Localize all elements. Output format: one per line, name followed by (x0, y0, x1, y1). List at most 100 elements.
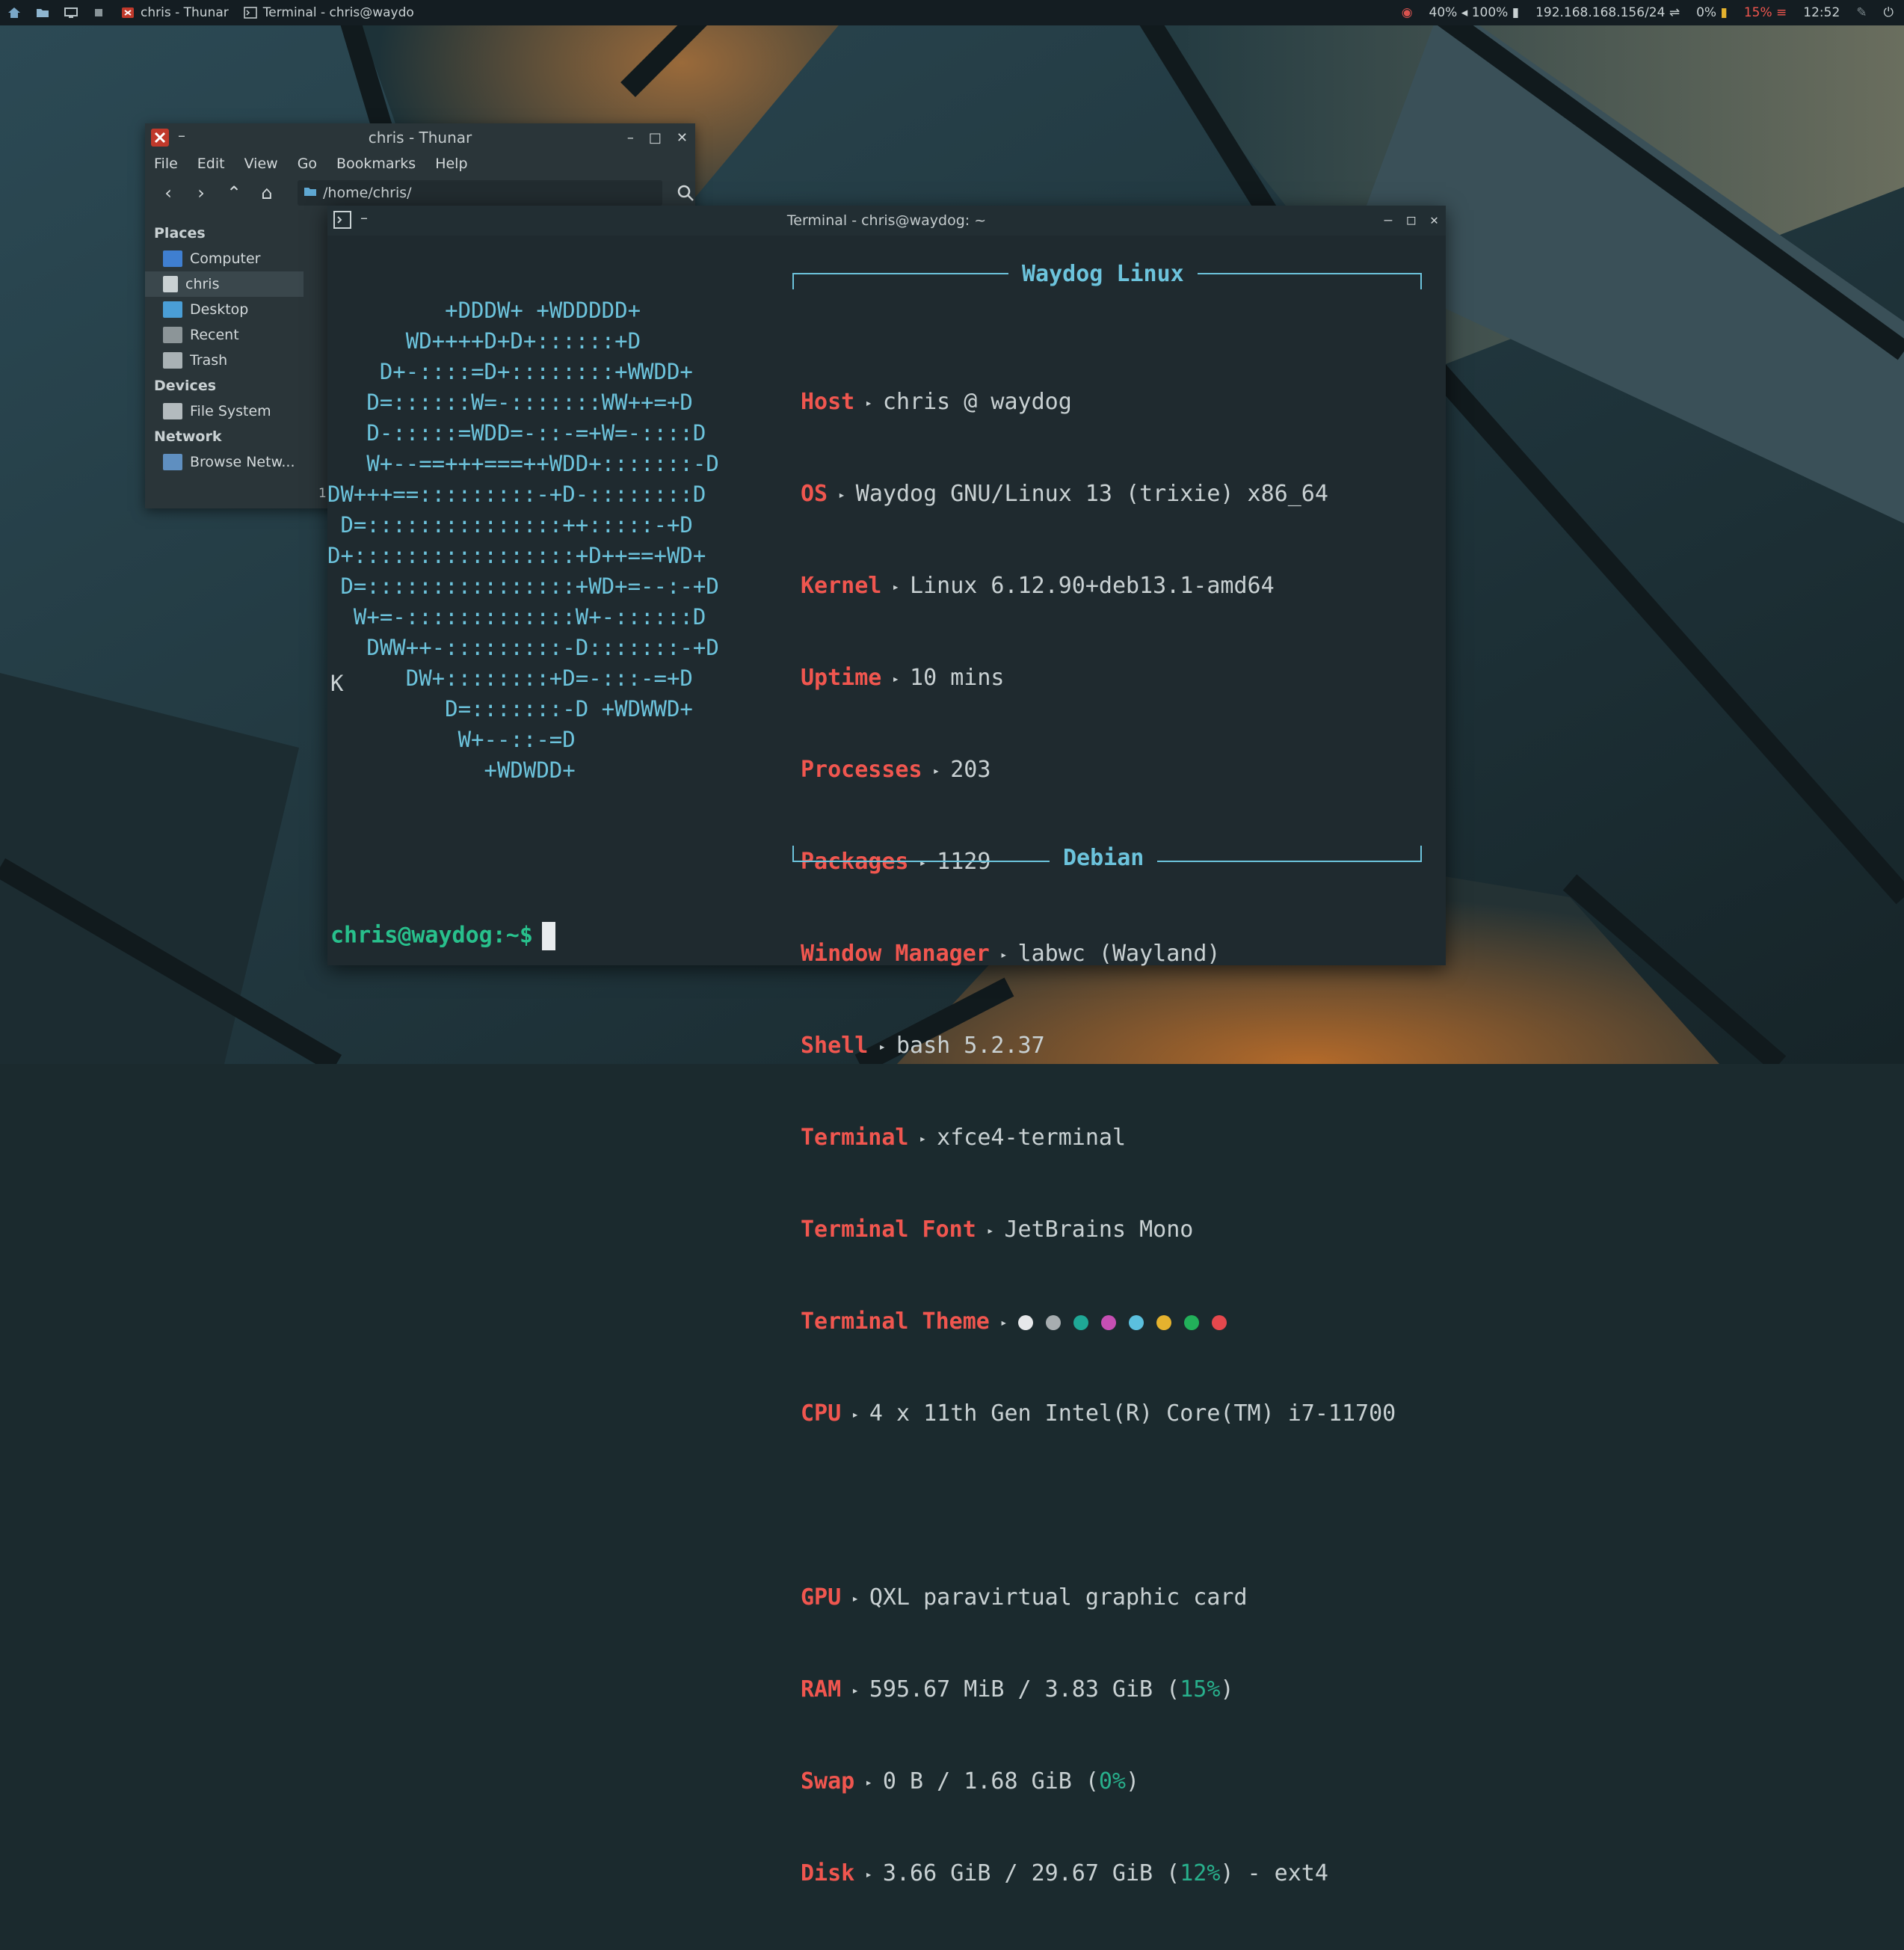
network-icon (163, 454, 182, 470)
arrow-icon: ▸ (878, 1039, 886, 1054)
sidebar-item-recent[interactable]: Recent (145, 322, 304, 348)
terminal-launcher-button[interactable] (57, 0, 85, 25)
ascii-k-fragment: K (330, 671, 344, 696)
info-terminal: Terminal ▸ xfce4-terminal (801, 1125, 1127, 1151)
theme-color-swatch (1211, 1314, 1227, 1330)
task-terminal[interactable]: Terminal - chris@waydo (236, 0, 422, 25)
workspace-button[interactable] (85, 0, 114, 25)
menu-file[interactable]: File (154, 156, 178, 172)
theme-color-swatch (1128, 1314, 1144, 1330)
system-tray: ◉ 40% ◂ 100% ▮ 192.168.168.156/24 ⇌ 0% ▮… (1402, 0, 1904, 25)
terminal-titlebar[interactable]: – Terminal - chris@waydog: ~ – □ ✕ (327, 206, 1446, 236)
close-button[interactable]: ✕ (1430, 212, 1438, 228)
terminal-window: – Terminal - chris@waydog: ~ – □ ✕ Waydo… (327, 206, 1446, 1886)
info-terminal-theme: Terminal Theme ▸ (801, 1306, 1396, 1337)
sidebar-item-trash[interactable]: Trash (145, 348, 304, 373)
home-icon[interactable]: ⌂ (257, 182, 277, 203)
network-indicator[interactable]: 192.168.168.156/24 ⇌ (1535, 5, 1680, 20)
info-shell: Shell ▸ bash 5.2.37 (801, 1033, 1045, 1059)
text-cursor (541, 922, 555, 950)
thunar-icon (121, 7, 135, 19)
arrow-icon: ▸ (865, 1867, 872, 1881)
close-button[interactable]: ✕ (677, 130, 688, 146)
search-icon[interactable] (676, 183, 695, 203)
window-title: chris - Thunar (368, 129, 472, 147)
minimize-button[interactable]: – (1384, 212, 1392, 228)
folder-icon (304, 185, 317, 201)
maximize-button[interactable]: □ (1407, 212, 1415, 228)
computer-icon (163, 250, 182, 267)
places-heading: Places (154, 225, 206, 242)
thunar-titlebar[interactable]: – chris - Thunar – □ ✕ (145, 123, 695, 152)
maximize-button[interactable]: □ (649, 130, 662, 146)
theme-color-swatch (1045, 1314, 1061, 1330)
info-uptime: Uptime ▸ 10 mins (801, 665, 1005, 691)
speaker-icon: ◂ (1461, 5, 1468, 20)
sidebar-item-file-system[interactable]: File System (145, 399, 304, 424)
sidebar-item-browse-network[interactable]: Browse Netw... (145, 449, 304, 475)
arrow-icon: ▸ (892, 671, 900, 686)
drive-icon (163, 403, 182, 419)
info-kernel: Kernel ▸ Linux 6.12.90+deb13.1-amd64 (801, 573, 1275, 599)
sidebar-item-computer[interactable]: Computer (145, 246, 304, 271)
arrow-icon: ▸ (919, 1131, 927, 1145)
sidebar: Places Computer chris Desktop Recent Tra… (145, 221, 304, 475)
clock[interactable]: 12:52 (1803, 5, 1840, 20)
recent-icon (163, 327, 182, 343)
sidebar-item-desktop[interactable]: Desktop (145, 297, 304, 322)
theme-color-swatch (1100, 1314, 1116, 1330)
mic-icon: ▮ (1512, 5, 1520, 20)
puzzle-icon (93, 7, 106, 19)
arrow-icon: ▸ (986, 1223, 994, 1237)
folder-icon (36, 7, 49, 19)
window-title: Terminal - chris@waydog: ~ (786, 212, 987, 229)
volume-indicator[interactable]: 40% ◂ 100% ▮ (1429, 5, 1520, 20)
arrow-icon: ▸ (838, 488, 845, 502)
task-label: Terminal - chris@waydo (262, 5, 414, 20)
info-swap: Swap ▸ 0 B / 1.68 GiB (0%) (801, 1768, 1140, 1794)
home-launcher-button[interactable] (0, 0, 28, 25)
menu-view[interactable]: View (244, 156, 278, 172)
arrow-icon: ▸ (892, 579, 900, 594)
info-cpu: CPU ▸ 4 x 11th Gen Intel(R) Core(TM) i7-11… (801, 1400, 1396, 1427)
info-window-manager: Window Manager ▸ labwc (Wayland) (801, 941, 1221, 967)
up-icon[interactable]: ⌃ (224, 182, 244, 203)
ascii-logo: +DDDW+ +WDDDDD+ WD++++D+D+::::::+D D+-::… (327, 298, 719, 783)
terminal-icon (244, 7, 257, 19)
network-heading: Network (154, 428, 222, 445)
arrow-icon: ▸ (865, 396, 872, 410)
pen-icon[interactable]: ✎ (1856, 5, 1867, 20)
arrow-icon: ▸ (851, 1591, 859, 1605)
menu-edit[interactable]: Edit (197, 156, 225, 172)
forward-icon[interactable]: › (191, 182, 211, 203)
files-launcher-button[interactable] (28, 0, 57, 25)
arrow-icon: ▸ (851, 1407, 859, 1421)
power-icon[interactable]: ⏻ (1884, 5, 1894, 20)
menu-bookmarks[interactable]: Bookmarks (336, 156, 416, 172)
location-bar[interactable]: /home/chris/ (298, 180, 662, 206)
theme-color-swatch (1183, 1314, 1199, 1330)
battery-indicator[interactable]: 0% ▮ (1696, 5, 1728, 20)
desktop-icon (163, 301, 182, 318)
arrow-icon: ▸ (865, 1775, 872, 1789)
theme-color-swatch (1017, 1314, 1033, 1330)
back-icon[interactable]: ‹ (158, 182, 178, 203)
eye-icon[interactable]: ◉ (1402, 5, 1413, 20)
theme-color-swatch (1156, 1314, 1171, 1330)
theme-color-swatch (1073, 1314, 1088, 1330)
footer-label: Debian (1050, 845, 1158, 871)
home-icon (7, 7, 21, 19)
arrow-icon: ▸ (851, 1683, 859, 1697)
menu-bar: File Edit View Go Bookmarks Help (145, 152, 695, 176)
menu-go[interactable]: Go (298, 156, 317, 172)
menu-help[interactable]: Help (435, 156, 467, 172)
task-thunar[interactable]: chris - Thunar (114, 0, 236, 25)
cpu-indicator[interactable]: 15% ≡ (1744, 5, 1787, 20)
arrow-icon: ▸ (999, 947, 1008, 962)
shell-prompt[interactable]: chris@waydog:~$ (330, 922, 555, 950)
devices-heading: Devices (154, 378, 217, 394)
sidebar-item-chris[interactable]: chris (145, 271, 304, 297)
terminal-content[interactable]: Waydog Linux +DDDW+ +WDDDDD+ WD++++D+D+:… (327, 236, 1446, 1886)
minimize-button[interactable]: – (627, 130, 634, 146)
info-processes: Processes ▸ 203 (801, 757, 991, 783)
